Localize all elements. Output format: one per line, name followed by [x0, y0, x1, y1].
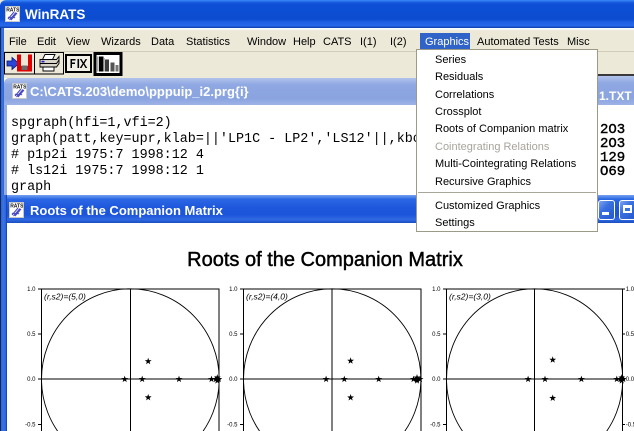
- svg-text:-0.5: -0.5: [626, 422, 634, 428]
- svg-text:-0.5: -0.5: [227, 422, 238, 428]
- svg-text:-0.5: -0.5: [430, 422, 441, 428]
- svg-text:(r,s2)=(3,0): (r,s2)=(3,0): [449, 292, 491, 302]
- svg-text:0.0: 0.0: [229, 377, 238, 383]
- svg-text:0.5: 0.5: [626, 332, 634, 338]
- svg-text:0.0: 0.0: [27, 377, 36, 383]
- svg-text:-0.5: -0.5: [25, 422, 36, 428]
- svg-text:1.0: 1.0: [626, 287, 634, 293]
- svg-text:1.0: 1.0: [229, 287, 238, 293]
- svg-text:1.0: 1.0: [27, 287, 36, 293]
- svg-text:0.5: 0.5: [432, 332, 441, 338]
- svg-text:0.5: 0.5: [229, 332, 238, 338]
- svg-text:(r,s2)=(5,0): (r,s2)=(5,0): [44, 292, 86, 302]
- svg-text:(r,s2)=(4,0): (r,s2)=(4,0): [246, 292, 288, 302]
- svg-text:0.5: 0.5: [27, 332, 36, 338]
- svg-text:0.0: 0.0: [626, 377, 634, 383]
- svg-text:Roots of the Companion Matrix: Roots of the Companion Matrix: [187, 249, 463, 271]
- svg-text:0.0: 0.0: [432, 377, 441, 383]
- svg-text:1.0: 1.0: [432, 287, 441, 293]
